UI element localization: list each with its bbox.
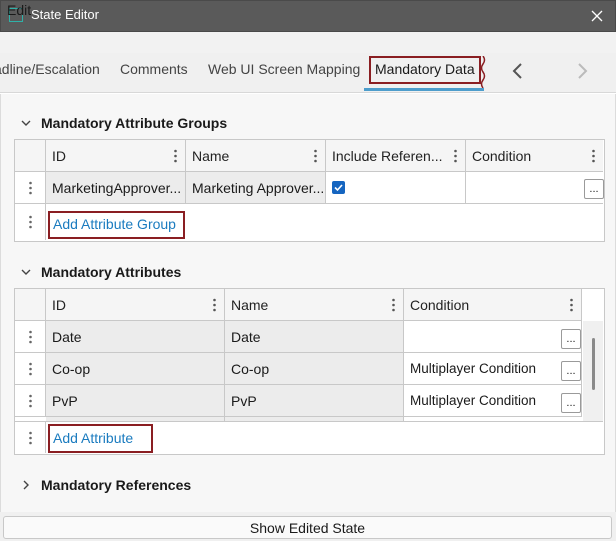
- highlight-box: [48, 424, 153, 453]
- chevron-right-icon[interactable]: [20, 479, 32, 491]
- cell-include-references: [326, 172, 466, 204]
- chevron-down-icon[interactable]: [20, 266, 32, 278]
- drag-handle-icon: [28, 215, 32, 229]
- cell-attribute-condition: [404, 321, 582, 353]
- cell-attribute-id: PvP: [46, 385, 225, 417]
- row-drag-handle[interactable]: [15, 353, 46, 385]
- column-header-id[interactable]: ID: [46, 140, 186, 172]
- window-title: State Editor: [31, 7, 99, 22]
- close-icon: [591, 10, 603, 22]
- drag-handle-icon: [28, 362, 32, 375]
- edit-condition-button[interactable]: ...: [561, 361, 581, 381]
- tab-torn-edge: [480, 56, 486, 88]
- drag-handle-icon: [28, 181, 32, 194]
- section-title-references: Mandatory References: [41, 477, 192, 493]
- column-header-label: Name: [231, 296, 269, 313]
- include-references-checkbox[interactable]: [332, 181, 345, 194]
- tab-highlight-box: [369, 56, 481, 84]
- tab-scroll-left-button[interactable]: [508, 60, 528, 82]
- section-title-attributes: Mandatory Attributes: [41, 264, 182, 280]
- header-handle-cell: [15, 140, 46, 172]
- menu-bar: [0, 32, 616, 53]
- cell-group-name: Marketing Approver...: [186, 172, 326, 204]
- cell-attribute-name: Date: [225, 321, 404, 353]
- row-divider: [46, 421, 603, 422]
- column-menu-icon[interactable]: [314, 149, 317, 163]
- section-title-attribute-groups: Mandatory Attribute Groups: [41, 115, 228, 131]
- cell-attribute-condition: Multiplayer Condition: [404, 385, 582, 417]
- row-drag-handle[interactable]: [15, 204, 46, 240]
- close-button[interactable]: [580, 0, 614, 32]
- drag-handle-icon: [28, 330, 32, 343]
- column-header-condition[interactable]: Condition: [404, 289, 582, 321]
- column-menu-icon[interactable]: [392, 298, 395, 312]
- cell-attribute-id: Date: [46, 321, 225, 353]
- column-header-label: Name: [192, 147, 230, 164]
- column-header-label: Include Referen...: [332, 147, 443, 164]
- header-handle-cell: [15, 289, 46, 321]
- chevron-down-icon[interactable]: [20, 117, 32, 129]
- column-header-label: ID: [52, 147, 66, 164]
- cell-attribute-condition: Multiplayer Condition: [404, 353, 582, 385]
- row-drag-handle[interactable]: [15, 172, 46, 204]
- highlight-box: [48, 211, 185, 239]
- column-menu-icon[interactable]: [570, 298, 573, 312]
- condition-text: Multiplayer Condition: [410, 361, 537, 376]
- chevron-right-icon: [578, 63, 588, 79]
- cell-attribute-name: PvP: [225, 385, 404, 417]
- tab-web-ui-screen-mapping[interactable]: Web UI Screen Mapping: [208, 61, 360, 77]
- column-header-name[interactable]: Name: [186, 140, 326, 172]
- column-menu-icon[interactable]: [174, 149, 177, 163]
- edit-condition-button[interactable]: ...: [561, 393, 581, 413]
- column-menu-icon[interactable]: [454, 149, 457, 163]
- row-drag-handle[interactable]: [15, 321, 46, 353]
- tab-scroll-right-button[interactable]: [572, 60, 592, 82]
- tab-comments[interactable]: Comments: [120, 61, 188, 77]
- cell-attribute-name: Co-op: [225, 353, 404, 385]
- column-header-label: ID: [52, 296, 66, 313]
- tab-strip: adline/Escalation Comments Web UI Screen…: [0, 53, 616, 93]
- edit-condition-button[interactable]: ...: [584, 179, 604, 199]
- show-edited-state-button[interactable]: Show Edited State: [3, 516, 612, 539]
- column-header-label: Condition: [472, 147, 532, 164]
- scrollbar-thumb[interactable]: [592, 338, 595, 390]
- column-menu-icon[interactable]: [592, 149, 595, 163]
- column-menu-icon[interactable]: [213, 298, 216, 312]
- column-header-label: Condition: [410, 296, 470, 313]
- active-tab-indicator: [364, 88, 484, 91]
- row-drag-handle[interactable]: [15, 421, 46, 453]
- drag-handle-icon: [28, 431, 32, 444]
- column-header-name[interactable]: Name: [225, 289, 404, 321]
- column-header-id[interactable]: ID: [46, 289, 225, 321]
- edit-condition-button[interactable]: ...: [561, 329, 581, 349]
- condition-text: Multiplayer Condition: [410, 393, 537, 408]
- row-drag-handle[interactable]: [15, 385, 46, 417]
- chevron-left-icon: [512, 63, 522, 79]
- cell-group-id: MarketingApprover...: [46, 172, 186, 204]
- column-header-include-references[interactable]: Include Referen...: [326, 140, 466, 172]
- cell-group-condition: [466, 172, 603, 204]
- drag-handle-icon: [28, 394, 32, 407]
- column-header-condition[interactable]: Condition: [466, 140, 603, 172]
- cell-attribute-id: Co-op: [46, 353, 225, 385]
- tab-deadline-escalation[interactable]: adline/Escalation: [0, 61, 100, 77]
- menu-edit[interactable]: Edit: [7, 2, 31, 18]
